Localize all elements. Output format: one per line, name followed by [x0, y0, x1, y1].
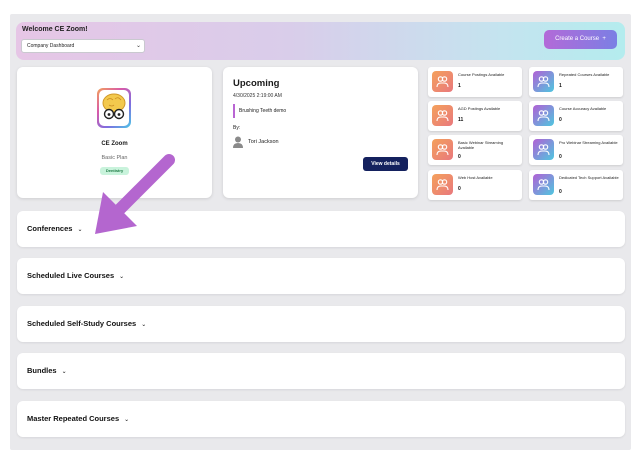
- section-title: Scheduled Live Courses ⌄: [27, 271, 125, 280]
- section-accordion[interactable]: Master Repeated Courses ⌄: [17, 401, 625, 437]
- brain-glasses-icon: [102, 93, 126, 120]
- stat-label: Pro Webinar Streaming Available: [559, 140, 618, 145]
- by-label: By:: [233, 125, 241, 131]
- users-icon: [432, 105, 453, 126]
- stat-card: Pro Webinar Streaming Available 0: [529, 135, 623, 165]
- stat-card: Web Host Available 0: [428, 170, 522, 200]
- company-name: CE Zoom: [101, 141, 128, 147]
- chevron-down-icon: ⌄: [119, 274, 125, 280]
- upcoming-card: Upcoming 4/30/2025 2:19:00 AM Brushing T…: [223, 67, 418, 198]
- users-icon: [432, 174, 453, 195]
- stat-label: Dedicated Tech Support Available: [559, 175, 619, 180]
- stat-card: AGD Postings Available 11: [428, 101, 522, 131]
- users-icon: [432, 139, 453, 160]
- section-title: Conferences ⌄: [27, 224, 83, 233]
- welcome-heading: Welcome CE Zoom!: [22, 26, 88, 33]
- stat-label: Course Accuracy Available: [559, 106, 607, 111]
- users-icon: [432, 71, 453, 92]
- welcome-banner: Welcome CE Zoom! Company Dashboard ⌄ Cre…: [16, 22, 625, 60]
- section-title: Scheduled Self-Study Courses ⌄: [27, 319, 147, 328]
- users-icon: [533, 71, 554, 92]
- section-accordion[interactable]: Scheduled Live Courses ⌄: [17, 258, 625, 294]
- stat-card: Dedicated Tech Support Available 0: [529, 170, 623, 200]
- stat-label: Web Host Available: [458, 175, 493, 180]
- upcoming-title: Upcoming: [233, 78, 280, 89]
- stat-card: Basic Webinar Streaming Available 0: [428, 135, 522, 165]
- stat-card: Course Accuracy Available 0: [529, 101, 623, 131]
- company-logo: [97, 88, 131, 128]
- view-details-button[interactable]: View details: [363, 157, 408, 171]
- plus-icon: +: [600, 36, 606, 42]
- upcoming-date: 4/30/2025 2:19:00 AM: [233, 93, 282, 99]
- create-course-label: Create a Course: [555, 36, 600, 42]
- chevron-down-icon: ⌄: [141, 322, 147, 328]
- person-avatar-icon: [233, 136, 243, 148]
- stat-card: Course Postings Available 1: [428, 67, 522, 97]
- create-course-button[interactable]: Create a Course +: [544, 30, 617, 49]
- stat-value: 0: [458, 186, 461, 192]
- stat-value: 11: [458, 117, 464, 123]
- dashboard-select[interactable]: Company Dashboard ⌄: [21, 39, 145, 53]
- upcoming-event[interactable]: Brushing Teeth demo: [233, 104, 286, 118]
- dashboard-select-value: Company Dashboard: [27, 43, 75, 49]
- chevron-down-icon: ⌄: [124, 417, 130, 423]
- annotation-arrow: [95, 154, 175, 234]
- section-title: Bundles ⌄: [27, 366, 67, 375]
- users-icon: [533, 105, 554, 126]
- stat-value: 1: [458, 83, 461, 89]
- section-accordion[interactable]: Scheduled Self-Study Courses ⌄: [17, 306, 625, 342]
- stat-label: Repeated Courses Available: [559, 72, 610, 77]
- stat-value: 0: [559, 154, 562, 160]
- stat-value: 0: [559, 117, 562, 123]
- chevron-down-icon: ⌄: [61, 369, 67, 375]
- stat-value: 0: [559, 189, 562, 195]
- stat-value: 0: [458, 154, 461, 160]
- users-icon: [533, 174, 554, 195]
- users-icon: [533, 139, 554, 160]
- chevron-down-icon: ⌄: [77, 227, 83, 233]
- stat-value: 1: [559, 83, 562, 89]
- chevron-down-icon: ⌄: [135, 43, 141, 49]
- stat-label: Basic Webinar Streaming Available: [458, 140, 504, 150]
- stat-label: Course Postings Available: [458, 72, 505, 77]
- presenter-name: Tori Jackson: [248, 139, 279, 145]
- stat-label: AGD Postings Available: [458, 106, 501, 111]
- section-title: Master Repeated Courses ⌄: [27, 414, 130, 423]
- section-accordion[interactable]: Bundles ⌄: [17, 353, 625, 389]
- stat-card: Repeated Courses Available 1: [529, 67, 623, 97]
